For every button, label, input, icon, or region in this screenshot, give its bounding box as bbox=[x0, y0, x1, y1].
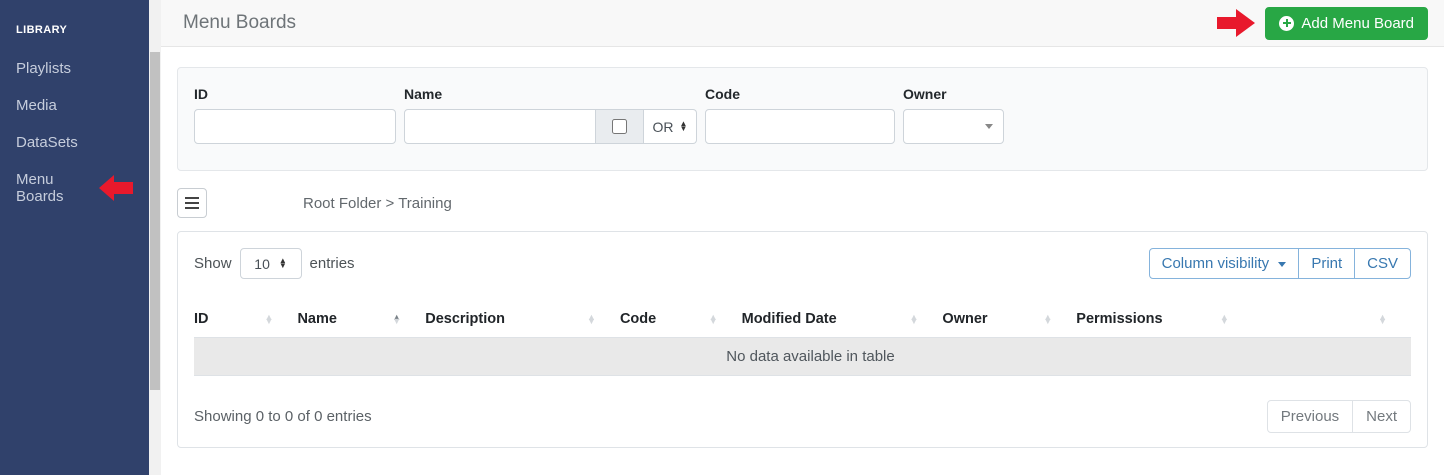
pagination: Previous Next bbox=[1266, 400, 1411, 433]
sort-icon: ▲ ▼ bbox=[909, 311, 919, 326]
name-regex-addon bbox=[596, 109, 644, 144]
column-header-code[interactable]: Code ▲ ▼ bbox=[620, 301, 742, 338]
sidebar-item-label: Playlists bbox=[16, 60, 72, 77]
column-header-modified-date[interactable]: Modified Date ▲ ▼ bbox=[742, 301, 943, 338]
sidebar-section-library: LIBRARY bbox=[16, 24, 68, 36]
csv-button[interactable]: CSV bbox=[1354, 248, 1411, 279]
filter-field-id: ID bbox=[194, 86, 396, 144]
add-menu-board-button[interactable]: Add Menu Board bbox=[1265, 6, 1428, 40]
datatable-buttons: Column visibility Print CSV bbox=[1148, 248, 1411, 279]
code-label: Code bbox=[705, 86, 740, 102]
folder-tree-toggle-button[interactable] bbox=[177, 188, 207, 218]
sidebar-item-datasets[interactable]: DataSets bbox=[0, 124, 149, 161]
owner-select[interactable] bbox=[903, 109, 1004, 144]
sort-icon: ▲ ▼ bbox=[1378, 311, 1387, 326]
previous-page-button[interactable]: Previous bbox=[1266, 400, 1354, 433]
empty-message: No data available in table bbox=[194, 337, 1411, 376]
id-input[interactable] bbox=[194, 109, 396, 144]
page-length-select[interactable]: 10 ▲ ▼ bbox=[239, 248, 302, 279]
menu-boards-table: ID ▲ ▼ Name ▲ ▼ Description ▲ ▼ Code ▲ ▼ Modifie… bbox=[194, 301, 1411, 376]
filter-field-owner: Owner bbox=[903, 86, 1004, 144]
sidebar-item-label: Media bbox=[16, 97, 57, 114]
column-header-id[interactable]: ID ▲ ▼ bbox=[194, 301, 297, 338]
add-menu-board-label: Add Menu Board bbox=[1301, 14, 1414, 32]
scrollbar-thumb[interactable] bbox=[150, 52, 160, 390]
sidebar-item-label: DataSets bbox=[16, 134, 78, 151]
sort-icon: ▲ ▼ bbox=[587, 311, 596, 326]
column-header-permissions[interactable]: Permissions ▲ ▼ bbox=[1076, 301, 1252, 338]
sort-icon: ▲ ▼ bbox=[1043, 311, 1053, 326]
chevron-down-icon bbox=[1278, 261, 1287, 267]
column-header-name[interactable]: Name ▲ ▼ bbox=[297, 301, 425, 338]
page-length-control: Show 10 ▲ ▼ entries bbox=[194, 248, 355, 279]
main-content: Menu Boards Add Menu Board ID Name OR ▲ … bbox=[161, 0, 1444, 475]
sidebar-item-media[interactable]: Media bbox=[0, 87, 149, 124]
sidebar-item-menu-boards[interactable]: Menu Boards bbox=[0, 161, 149, 215]
page-title: Menu Boards bbox=[183, 12, 297, 33]
sort-asc-icon: ▲ ▼ bbox=[392, 311, 402, 326]
name-label: Name bbox=[404, 86, 443, 102]
filter-field-code: Code bbox=[705, 86, 895, 144]
print-button[interactable]: Print bbox=[1298, 248, 1356, 279]
next-page-button[interactable]: Next bbox=[1352, 400, 1411, 433]
annotation-arrow-right-icon bbox=[1217, 9, 1256, 37]
logic-operator-select[interactable]: OR ▲ ▼ bbox=[644, 109, 697, 144]
sidebar: LIBRARY Playlists Media DataSets Menu Bo… bbox=[0, 0, 149, 475]
owner-label: Owner bbox=[903, 86, 947, 102]
hamburger-icon bbox=[185, 197, 199, 199]
table-panel: Show 10 ▲ ▼ entries Column visibility Pri… bbox=[177, 231, 1428, 448]
folder-toolbar: Root Folder > Training bbox=[177, 188, 1428, 218]
column-header-actions[interactable]: ▲ ▼ bbox=[1253, 301, 1411, 338]
sort-icon: ▲ ▼ bbox=[264, 311, 274, 326]
vertical-scrollbar[interactable] bbox=[149, 0, 161, 475]
empty-row: No data available in table bbox=[194, 337, 1411, 376]
column-header-description[interactable]: Description ▲ ▼ bbox=[425, 301, 620, 338]
id-label: ID bbox=[194, 86, 208, 102]
filter-panel: ID Name OR ▲ ▼ Code Owner bbox=[177, 67, 1428, 171]
select-updown-icon: ▲ ▼ bbox=[278, 256, 287, 270]
sidebar-item-playlists[interactable]: Playlists bbox=[0, 50, 149, 87]
chevron-down-icon bbox=[985, 124, 993, 129]
column-visibility-button[interactable]: Column visibility bbox=[1148, 248, 1300, 279]
name-exact-match-checkbox[interactable] bbox=[612, 119, 627, 134]
breadcrumb: Root Folder > Training bbox=[303, 194, 452, 212]
annotation-arrow-left-icon bbox=[99, 175, 133, 201]
select-updown-icon: ▲ ▼ bbox=[679, 119, 688, 133]
column-header-owner[interactable]: Owner ▲ ▼ bbox=[942, 301, 1076, 338]
show-label: Show bbox=[194, 255, 232, 272]
filter-field-name: Name OR ▲ ▼ bbox=[404, 86, 697, 144]
plus-circle-icon bbox=[1279, 15, 1295, 31]
sort-icon: ▲ ▼ bbox=[708, 311, 718, 326]
name-input[interactable] bbox=[404, 109, 596, 144]
code-input[interactable] bbox=[705, 109, 895, 144]
entries-label: entries bbox=[309, 255, 355, 272]
sidebar-item-label: Menu Boards bbox=[16, 171, 64, 205]
sort-icon: ▲ ▼ bbox=[1219, 311, 1229, 326]
entries-summary: Showing 0 to 0 of 0 entries bbox=[194, 408, 372, 425]
page-length-value: 10 bbox=[254, 255, 270, 272]
page-header: Menu Boards Add Menu Board bbox=[161, 0, 1444, 47]
logic-operator-value: OR bbox=[652, 118, 674, 135]
table-header-row: ID ▲ ▼ Name ▲ ▼ Description ▲ ▼ Code ▲ ▼ Modifie… bbox=[194, 301, 1411, 338]
